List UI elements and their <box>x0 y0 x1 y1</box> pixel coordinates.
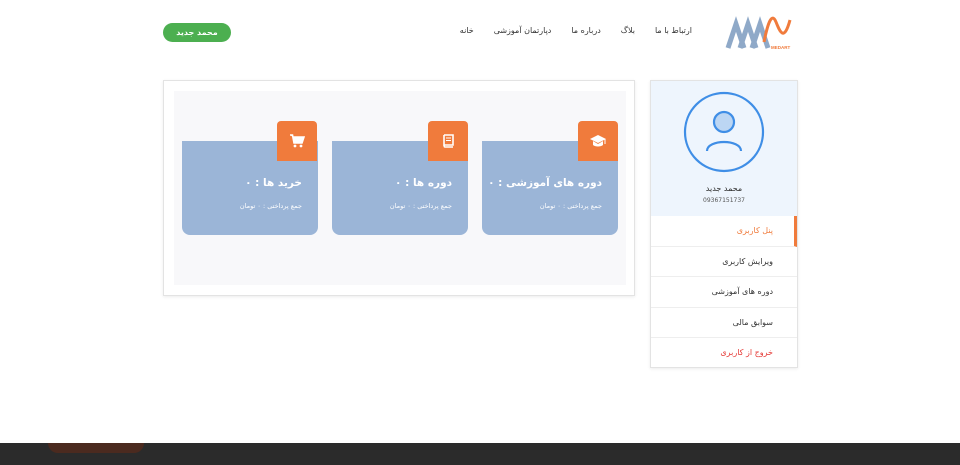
profile-card: محمد جدید 09367151737 <box>651 81 797 216</box>
card-title: خرید ها : ۰ <box>245 177 302 189</box>
user-sidebar: محمد جدید 09367151737 پنل کاربری ویرایش … <box>650 80 798 368</box>
site-logo[interactable]: MEDART <box>724 12 792 52</box>
nav-home[interactable]: خانه <box>460 26 474 35</box>
dashboard-stats-area: دوره های آموزشی : ۰ جمع پرداختی : ۰ توما… <box>174 91 626 285</box>
main-nav: خانه دپارتمان آموزشی درباره ما بلاگ ارتب… <box>460 26 692 35</box>
sidebar-item-financial-history[interactable]: سوابق مالی <box>651 308 797 338</box>
book-icon <box>428 121 468 161</box>
user-avatar-icon <box>683 91 765 173</box>
card-subtitle: جمع پرداختی : ۰ تومان <box>389 202 452 210</box>
dashboard-panel: دوره های آموزشی : ۰ جمع پرداختی : ۰ توما… <box>163 80 635 296</box>
profile-phone: 09367151737 <box>703 197 745 204</box>
sidebar-menu: پنل کاربری ویرایش کاربری دوره های آموزشی… <box>651 216 797 369</box>
sidebar-item-edit-profile[interactable]: ویرایش کاربری <box>651 247 797 277</box>
profile-name: محمد جدید <box>705 184 743 193</box>
user-account-button[interactable]: محمد جدید <box>163 23 231 42</box>
card-title: دوره ها : ۰ <box>395 177 452 189</box>
card-subtitle: جمع پرداختی : ۰ تومان <box>239 202 302 210</box>
graduation-cap-icon <box>578 121 618 161</box>
logo-text: MEDART <box>771 45 790 50</box>
card-title: دوره های آموزشی : ۰ <box>488 177 602 189</box>
nav-blog[interactable]: بلاگ <box>621 26 635 35</box>
footer-decoration <box>48 443 144 453</box>
shopping-cart-icon <box>277 121 317 161</box>
nav-contact[interactable]: ارتباط با ما <box>655 26 692 35</box>
site-header: MEDART خانه دپارتمان آموزشی درباره ما بل… <box>0 0 960 70</box>
card-subtitle: جمع پرداختی : ۰ تومان <box>539 202 602 210</box>
nav-about[interactable]: درباره ما <box>571 26 600 35</box>
sidebar-item-courses[interactable]: دوره های آموزشی <box>651 277 797 308</box>
site-footer <box>0 443 960 465</box>
sidebar-item-dashboard[interactable]: پنل کاربری <box>651 216 797 247</box>
sidebar-item-logout[interactable]: خروج از کاربری <box>651 338 797 369</box>
nav-department[interactable]: دپارتمان آموزشی <box>494 26 552 35</box>
